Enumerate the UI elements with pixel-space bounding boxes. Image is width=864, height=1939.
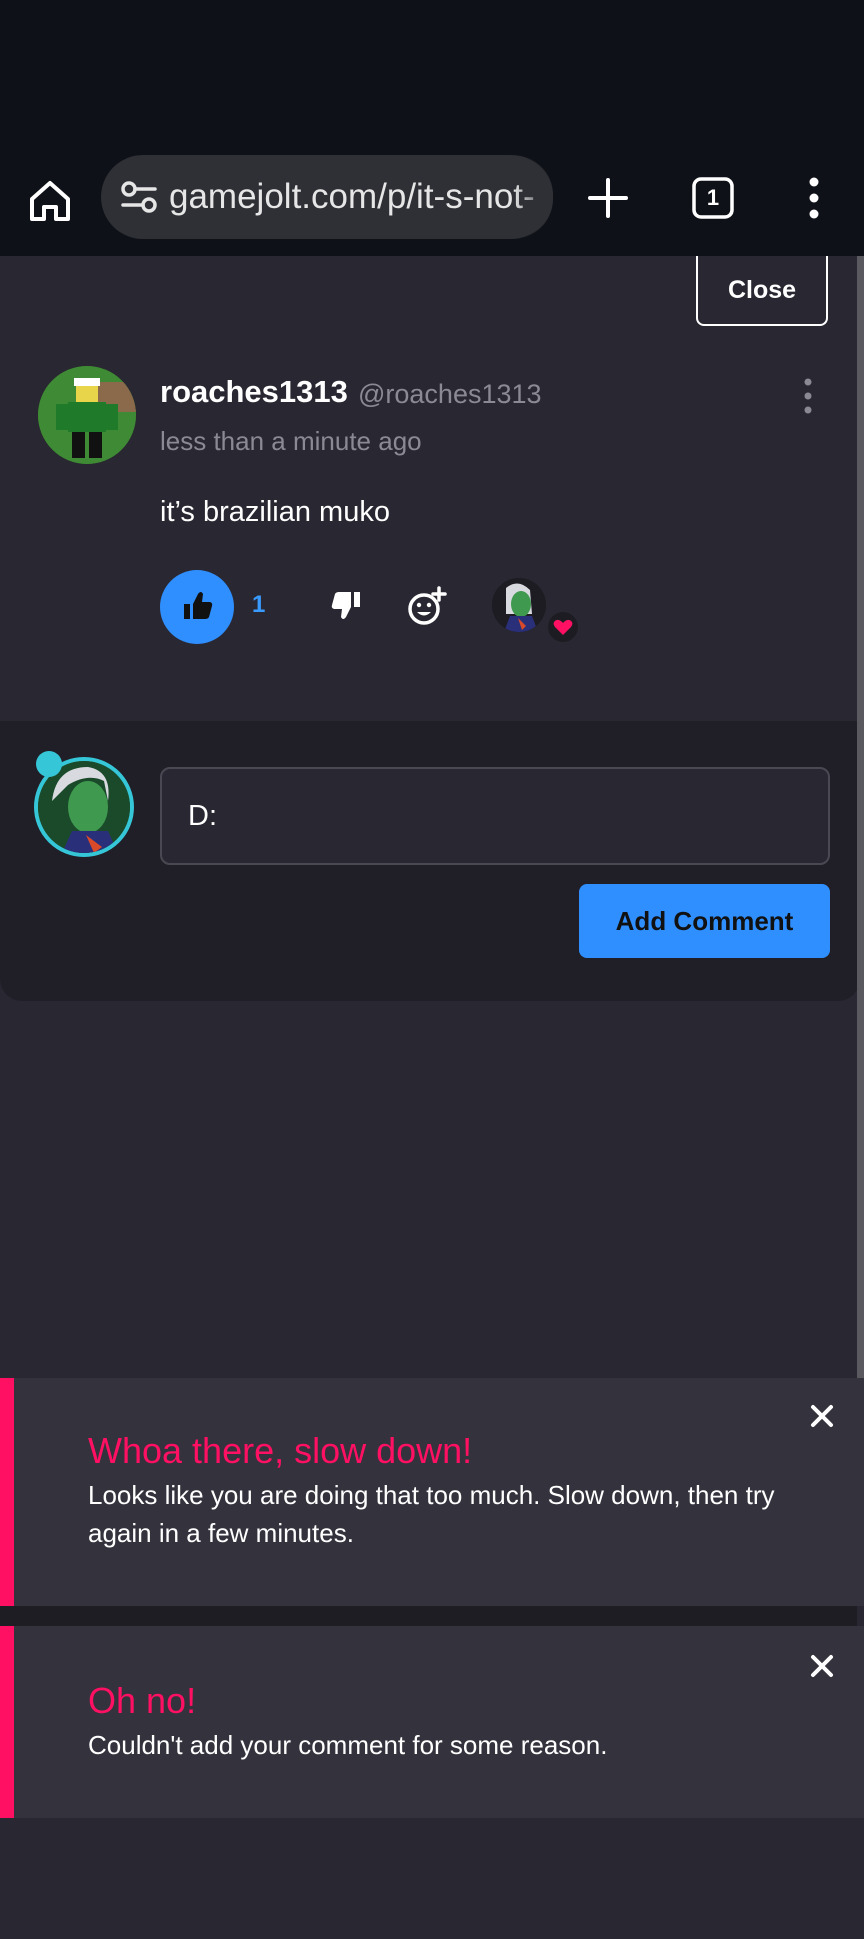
heart-icon — [553, 619, 573, 635]
toast-error: Oh no! Couldn't add your comment for som… — [0, 1626, 864, 1818]
close-icon[interactable] — [808, 1402, 836, 1430]
comment-body: it’s brazilian muko — [160, 496, 390, 528]
comment-input[interactable]: D: — [160, 767, 830, 865]
more-vertical-icon[interactable] — [800, 170, 828, 226]
home-icon[interactable] — [22, 173, 78, 229]
liked-by-avatar[interactable] — [492, 578, 546, 632]
toast-message: Couldn't add your comment for some reaso… — [88, 1730, 608, 1760]
avatar[interactable] — [38, 366, 136, 464]
add-comment-button[interactable]: Add Comment — [579, 884, 830, 958]
plus-icon[interactable] — [580, 170, 636, 226]
comment-username[interactable]: roaches1313 — [160, 374, 348, 410]
toast-title: Oh no! — [88, 1680, 197, 1721]
status-bar — [0, 0, 864, 140]
thumbs-down-icon[interactable] — [326, 586, 366, 626]
tab-count: 1 — [706, 185, 720, 210]
close-icon[interactable] — [808, 1652, 836, 1680]
toast-message: Looks like you are doing that too much. … — [88, 1480, 775, 1548]
comment-more-icon[interactable] — [796, 376, 820, 416]
toast-accent-bar — [0, 1626, 14, 1818]
user-badge-icon — [36, 751, 62, 777]
browser-toolbar: gamejolt.com/p/it-s-not- 1 — [0, 140, 864, 256]
tune-icon[interactable] — [115, 173, 163, 221]
comment-handle[interactable]: @roaches1313 — [358, 379, 542, 410]
toast-rate-limit: Whoa there, slow down! Looks like you ar… — [0, 1378, 864, 1606]
tab-switcher-button[interactable]: 1 — [691, 176, 735, 220]
url-fade — [513, 155, 553, 239]
scrollbar[interactable] — [857, 256, 864, 1378]
comment-form: D: Add Comment — [0, 721, 860, 1001]
url-text[interactable]: gamejolt.com/p/it-s-not- — [169, 155, 539, 239]
toast-title: Whoa there, slow down! — [88, 1430, 473, 1471]
comment-panel: Close roaches1313 @roaches1313 less than… — [0, 256, 860, 721]
close-button[interactable]: Close — [696, 256, 828, 326]
like-count[interactable]: 1 — [252, 591, 265, 619]
comment-timestamp[interactable]: less than a minute ago — [160, 426, 422, 457]
zamasu-avatar-image — [492, 578, 546, 632]
toast-divider — [0, 1606, 857, 1626]
like-button[interactable] — [160, 570, 234, 644]
toast-accent-bar — [0, 1378, 14, 1606]
heart-badge — [548, 612, 578, 642]
address-bar[interactable]: gamejolt.com/p/it-s-not- — [101, 155, 553, 239]
roblox-avatar-image — [38, 366, 136, 464]
thumbs-up-icon — [184, 592, 213, 619]
add-reaction-icon[interactable] — [405, 584, 449, 628]
